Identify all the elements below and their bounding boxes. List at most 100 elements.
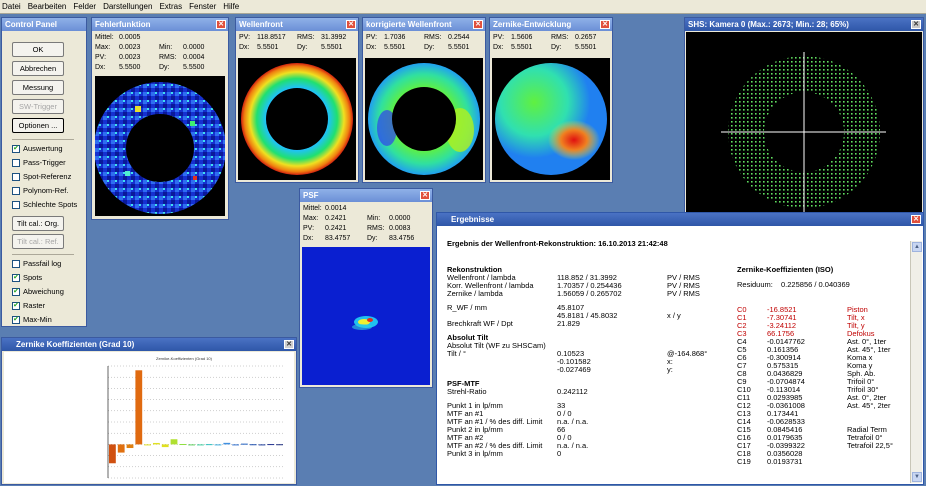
bar-C9 [188,444,195,446]
close-icon[interactable]: ✕ [911,215,921,224]
checkbox-empty-icon[interactable] [12,186,20,195]
stat-cell: 5.5501 [575,44,597,51]
button-tilt-cal-org[interactable]: Tilt cal.: Org. [12,216,64,231]
checkbox-pass-trigger[interactable]: Pass-Trigger [12,157,66,168]
menu-item-extras[interactable]: Extras [159,2,182,11]
checkbox-auswertung[interactable]: ✔ Auswertung [12,143,63,154]
bar-C8 [179,444,187,446]
checkbox-spots[interactable]: ✔ Spots [12,272,42,283]
korr-stats: PV: 1.7036 RMS: 0.2544 Dx: 5.5501 Dy: 5.5501 [366,33,482,53]
stat-cell: 31.3992 [321,34,347,41]
scroll-up-icon[interactable]: ▲ [912,242,922,252]
checkbox-passfail-log[interactable]: Passfail log [12,258,61,269]
separator [12,254,74,255]
separator [12,139,74,140]
checkmark-icon[interactable]: ✔ [12,144,20,153]
button-tilt-cal-ref[interactable]: Tilt cal.: Ref. [12,234,64,249]
result-label: Strehl-Ratio [447,387,487,396]
checkbox-raster[interactable]: ✔ Raster [12,300,45,311]
chart-grid [107,365,284,479]
checkbox-empty-icon[interactable] [12,158,20,167]
bar-C7 [170,439,178,445]
button-sw-trigger[interactable]: SW-Trigger [12,99,64,114]
wellenfront-image [238,58,356,180]
menu-item-datei[interactable]: Datei [2,2,21,11]
checkbox-polynom-ref[interactable]: Polynom-Ref. [12,185,68,196]
stat-cell [389,204,431,214]
zernike-disc-plot [495,63,607,175]
zernike-graph-window: Zernike Koeffizienten (Grad 10) ✕ Zernik… [1,337,297,485]
close-icon[interactable]: ✕ [600,20,610,29]
result-value: n.a. / n.a. [557,441,589,450]
close-icon[interactable]: ✕ [473,20,483,29]
stat-cell: 5.5500 [183,64,205,71]
button-ok[interactable]: OK [12,42,64,57]
psf-spot-plot [352,316,378,330]
close-icon[interactable]: ✕ [911,20,921,29]
fehler-stats: Mittel: 0.0005 Max: 0.0023 Min: 0.0000 PV: 0.00… [95,33,225,73]
stat-cell: PV: [239,34,251,41]
stat-cell: RMS: [367,225,385,232]
bar-C15 [241,443,248,445]
checkbox-schlechte-spots[interactable]: Schlechte Spots [12,199,77,210]
stat-cell: 0.2544 [448,34,470,41]
zernike-entwicklung-window: Zernike-Entwicklung ✕ PV: 1.5606 RMS: 0.265… [489,17,613,183]
wellenfront-ring-plot [241,63,353,175]
checkmark-icon[interactable]: ✔ [12,301,20,310]
zernike-coef-value: 0.0193731 [767,457,803,466]
scroll-down-icon[interactable]: ▼ [912,472,922,482]
menu-item-hilfe[interactable]: Hilfe [223,2,239,11]
menu-item-felder[interactable]: Felder [73,2,96,11]
stat-cell: 0.0000 [183,44,205,51]
result-label: Tilt / ° [447,349,466,358]
bar-C4 [144,444,151,446]
button-messung[interactable]: Messung [12,80,64,95]
stat-cell: RMS: [424,34,442,41]
kamera-window: SHS: Kamera 0 (Max.: 2673; Min.: 28; 65%… [684,17,924,229]
close-icon[interactable]: ✕ [216,20,226,29]
close-icon[interactable]: ✕ [420,191,430,200]
checkbox-empty-icon[interactable] [12,172,20,181]
menu-item-fenster[interactable]: Fenster [189,2,216,11]
stat-cell: 0.2421 [325,215,347,222]
zernike-coef-desc: Ast. 45°, 2ter [847,401,891,410]
stat-cell: 83.4757 [325,235,351,242]
button-abbrechen[interactable]: Abbrechen [12,61,64,76]
scrollbar[interactable]: ▲ ▼ [910,241,922,483]
bar-C3 [135,370,143,445]
checkbox-max-min[interactable]: ✔ Max-Min [12,314,52,325]
checkbox-label: Schlechte Spots [23,200,78,209]
button-optionen[interactable]: Optionen ... [12,118,64,133]
result-value: 1.56059 / 0.265702 [557,289,622,298]
zernike-coef-desc: Tetrafoil 22,5° [847,441,893,450]
stat-cell [183,33,223,43]
checkmark-icon[interactable]: ✔ [12,273,20,282]
checkbox-empty-icon[interactable] [12,200,20,209]
menu-item-darstellungen[interactable]: Darstellungen [103,2,152,11]
close-icon[interactable]: ✕ [346,20,356,29]
bar-C16 [249,444,257,446]
stat-cell: Dy: [297,44,308,51]
checkbox-spot-referenz[interactable]: Spot-Referenz [12,171,71,182]
stat-cell: 0.0000 [389,215,411,222]
bar-C10 [197,444,204,446]
stat-cell: 5.5501 [384,44,406,51]
menu-item-bearbeiten[interactable]: Bearbeiten [28,2,67,11]
bar-C0 [109,444,116,464]
bar-C2 [126,444,134,449]
checkbox-empty-icon[interactable] [12,259,20,268]
stat-cell: 0.2657 [575,34,597,41]
result-value: 21.829 [557,319,580,328]
stat-cell [367,204,389,214]
ergebnisse-title: Ergebnisse [437,213,923,226]
checkmark-icon[interactable]: ✔ [12,287,20,296]
stat-cell: 0.0023 [119,44,141,51]
korr-wellenfront-title: korrigierte Wellenfront [363,18,485,31]
zernike-entwicklung-stats: PV: 1.5606 RMS: 0.2657 Dx: 5.5501 Dy: 5.5501 [493,33,609,53]
checkmark-icon[interactable]: ✔ [12,315,20,324]
close-icon[interactable]: ✕ [284,340,294,349]
zernike-entwicklung-title: Zernike-Entwicklung [490,18,612,31]
ergebnisse-window: Ergebnisse ✕ Ergebnis der Wellenfront-Re… [436,212,924,485]
checkbox-abweichung[interactable]: ✔ Abweichung [12,286,64,297]
result-label: Punkt 3 in lp/mm [447,449,503,458]
